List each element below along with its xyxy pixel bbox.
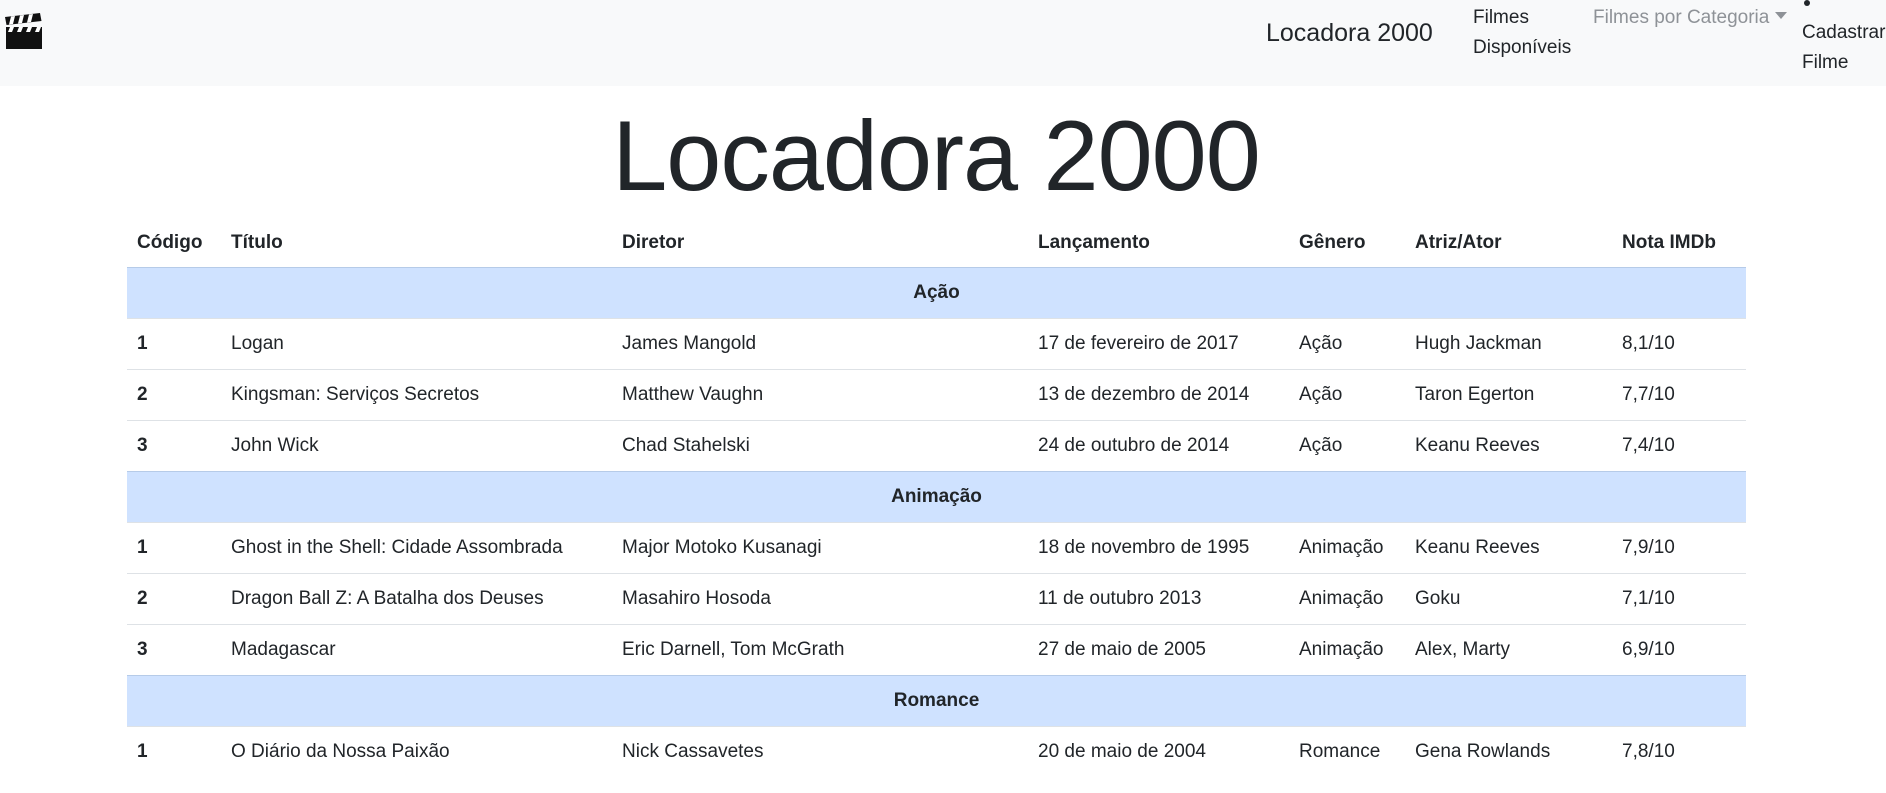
- header-atriz-ator: Atriz/Ator: [1415, 231, 1502, 253]
- cell-titulo: Ghost in the Shell: Cidade Assombrada: [221, 521, 612, 573]
- cell-diretor: Major Motoko Kusanagi: [612, 521, 1028, 573]
- group-row: Animação: [127, 470, 1746, 522]
- cell-genero: Ação: [1289, 419, 1405, 471]
- nav-cadastrar-filme[interactable]: Cadastrar Filme: [1802, 18, 1886, 78]
- group-title: Ação: [127, 266, 1746, 318]
- cell-nota-imdb: 7,8/10: [1612, 725, 1746, 777]
- nav-filmes-disponiveis[interactable]: Filmes Disponíveis: [1473, 3, 1593, 63]
- table-row: 2 Dragon Ball Z: A Batalha dos Deuses Ma…: [127, 572, 1746, 624]
- group-title: Animação: [127, 470, 1746, 522]
- cell-titulo: Kingsman: Serviços Secretos: [221, 368, 612, 420]
- clapperboard-icon[interactable]: [4, 13, 44, 51]
- cell-nota-imdb: 6,9/10: [1612, 623, 1746, 675]
- group-row: Romance: [127, 674, 1746, 726]
- table-row: 2 Kingsman: Serviços Secretos Matthew Va…: [127, 368, 1746, 420]
- films-table: Código Título Diretor Lançamento Gênero …: [127, 219, 1746, 777]
- cell-nota-imdb: 7,9/10: [1612, 521, 1746, 573]
- cell-diretor: Chad Stahelski: [612, 419, 1028, 471]
- cell-titulo: Madagascar: [221, 623, 612, 675]
- group-title: Romance: [127, 674, 1746, 726]
- cell-codigo: 3: [127, 419, 221, 471]
- cell-genero: Romance: [1289, 725, 1405, 777]
- nav-filmes-por-categoria-label: Filmes por Categoria: [1593, 7, 1770, 28]
- header-codigo: Código: [137, 231, 203, 253]
- cell-diretor: Eric Darnell, Tom McGrath: [612, 623, 1028, 675]
- cell-genero: Animação: [1289, 623, 1405, 675]
- cell-genero: Animação: [1289, 521, 1405, 573]
- cell-codigo: 1: [127, 725, 221, 777]
- cell-lancamento: 17 de fevereiro de 2017: [1028, 317, 1289, 369]
- cell-diretor: Nick Cassavetes: [612, 725, 1028, 777]
- table-row: 1 Logan James Mangold 17 de fevereiro de…: [127, 317, 1746, 369]
- cell-lancamento: 20 de maio de 2004: [1028, 725, 1289, 777]
- group-row: Ação: [127, 266, 1746, 318]
- table-header-row: Código Título Diretor Lançamento Gênero …: [127, 219, 1746, 267]
- cell-atriz-ator: Keanu Reeves: [1405, 419, 1612, 471]
- header-diretor: Diretor: [622, 231, 685, 253]
- cell-genero: Ação: [1289, 317, 1405, 369]
- cell-diretor: James Mangold: [612, 317, 1028, 369]
- table-row: 1 O Diário da Nossa Paixão Nick Cassavet…: [127, 725, 1746, 777]
- cell-atriz-ator: Keanu Reeves: [1405, 521, 1612, 573]
- cell-nota-imdb: 7,1/10: [1612, 572, 1746, 624]
- cell-atriz-ator: Goku: [1405, 572, 1612, 624]
- table-row: 1 Ghost in the Shell: Cidade Assombrada …: [127, 521, 1746, 573]
- cell-genero: Animação: [1289, 572, 1405, 624]
- chevron-down-icon: [1775, 12, 1788, 19]
- cell-codigo: 1: [127, 521, 221, 573]
- cell-diretor: Matthew Vaughn: [612, 368, 1028, 420]
- page-title: Locadora 2000: [612, 100, 1261, 211]
- cell-titulo: Dragon Ball Z: A Batalha dos Deuses: [221, 572, 612, 624]
- cell-atriz-ator: Gena Rowlands: [1405, 725, 1612, 777]
- cell-codigo: 3: [127, 623, 221, 675]
- cell-atriz-ator: Taron Egerton: [1405, 368, 1612, 420]
- cell-lancamento: 13 de dezembro de 2014: [1028, 368, 1289, 420]
- cell-nota-imdb: 8,1/10: [1612, 317, 1746, 369]
- cell-titulo: O Diário da Nossa Paixão: [221, 725, 612, 777]
- navbar: Locadora 2000 Filmes Disponíveis Filmes …: [0, 0, 1886, 86]
- cell-codigo: 2: [127, 572, 221, 624]
- cell-codigo: 2: [127, 368, 221, 420]
- cell-nota-imdb: 7,4/10: [1612, 419, 1746, 471]
- nav-filmes-por-categoria-dropdown[interactable]: Filmes por Categoria: [1593, 3, 1788, 33]
- cell-lancamento: 24 de outubro de 2014: [1028, 419, 1289, 471]
- cell-titulo: John Wick: [221, 419, 612, 471]
- cell-lancamento: 27 de maio de 2005: [1028, 623, 1289, 675]
- table-row: 3 John Wick Chad Stahelski 24 de outubro…: [127, 419, 1746, 471]
- header-titulo: Título: [231, 231, 283, 253]
- cell-lancamento: 11 de outubro 2013: [1028, 572, 1289, 624]
- cell-nota-imdb: 7,7/10: [1612, 368, 1746, 420]
- cell-atriz-ator: Alex, Marty: [1405, 623, 1612, 675]
- header-lancamento: Lançamento: [1038, 231, 1150, 253]
- cell-atriz-ator: Hugh Jackman: [1405, 317, 1612, 369]
- header-genero: Gênero: [1299, 231, 1366, 253]
- cell-lancamento: 18 de novembro de 1995: [1028, 521, 1289, 573]
- navbar-brand[interactable]: Locadora 2000: [1266, 19, 1433, 48]
- header-nota-imdb: Nota IMDb: [1622, 231, 1716, 253]
- list-bullet: [1804, 0, 1810, 6]
- cell-codigo: 1: [127, 317, 221, 369]
- cell-diretor: Masahiro Hosoda: [612, 572, 1028, 624]
- cell-genero: Ação: [1289, 368, 1405, 420]
- cell-titulo: Logan: [221, 317, 612, 369]
- table-row: 3 Madagascar Eric Darnell, Tom McGrath 2…: [127, 623, 1746, 675]
